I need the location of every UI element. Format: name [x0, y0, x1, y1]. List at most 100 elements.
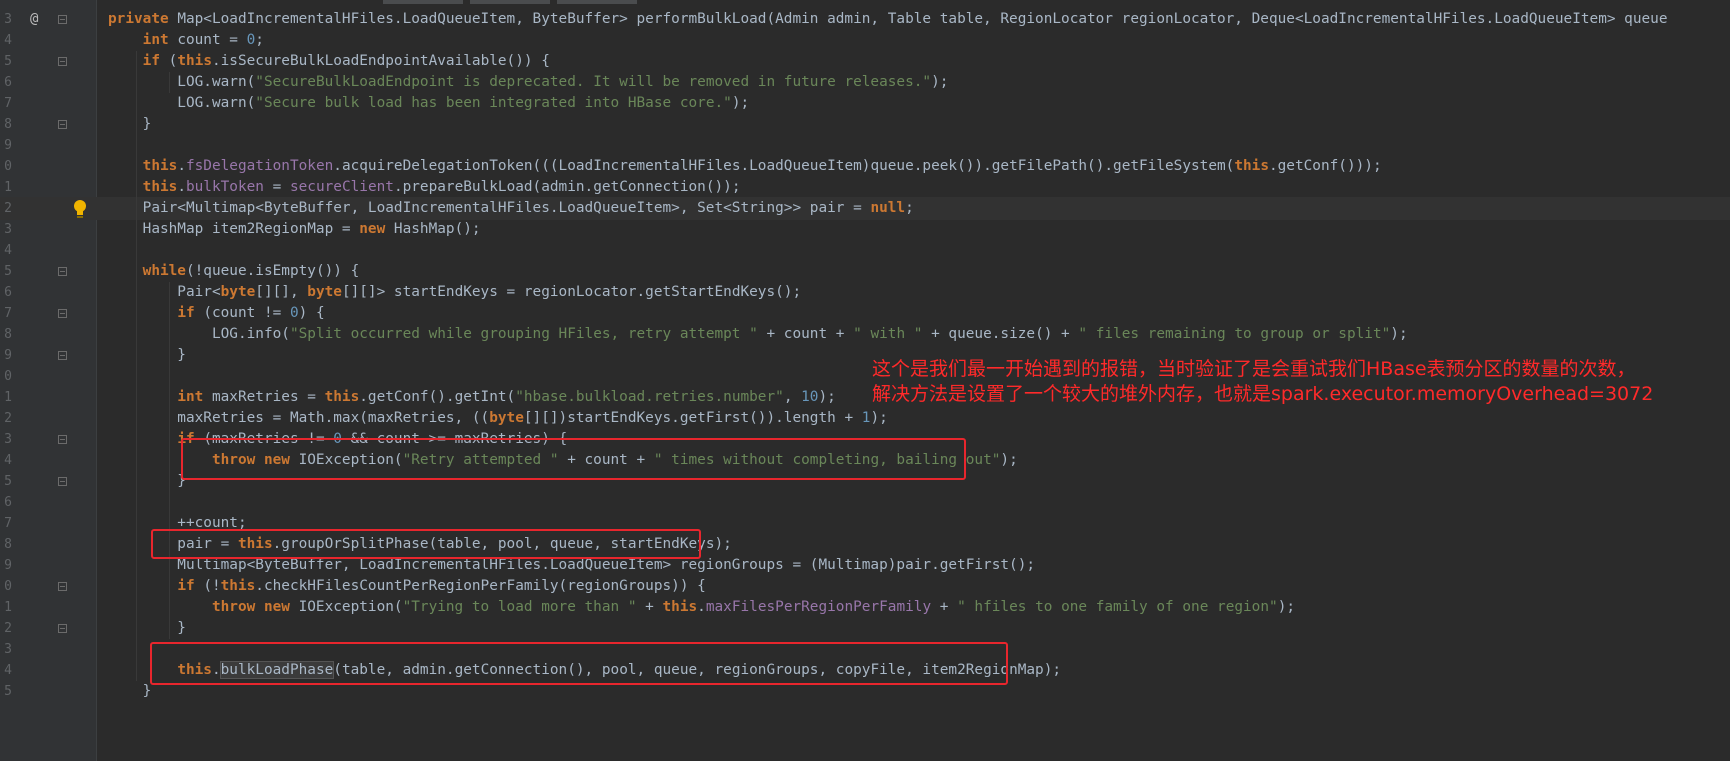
editor-tab-stub[interactable] [557, 0, 637, 4]
code-text[interactable]: this.fsDelegationToken.acquireDelegation… [108, 155, 1382, 178]
code-text[interactable]: } [108, 470, 186, 493]
code-line[interactable]: 2 maxRetries = Math.max(maxRetries, ((by… [0, 407, 1730, 430]
code-text[interactable]: } [108, 344, 186, 367]
code-token: [][], [255, 284, 308, 300]
code-token: 0 [246, 32, 256, 48]
code-token: .getConf().getInt( [359, 389, 516, 405]
override-marker-icon[interactable]: @ [30, 10, 38, 28]
indent-guide [169, 282, 170, 639]
code-token: + [931, 599, 958, 615]
code-text[interactable]: } [108, 113, 152, 136]
editor-tab-stub[interactable] [383, 0, 463, 4]
code-line[interactable]: 6 Pair<byte[][], byte[][]> startEndKeys … [0, 281, 1730, 304]
code-token: byte [307, 284, 342, 300]
code-token: if [142, 53, 169, 69]
fold-toggle-icon[interactable] [58, 15, 67, 24]
code-text[interactable]: LOG.info("Split occurred while grouping … [108, 323, 1408, 346]
code-editor[interactable]: 3 @ private Map<LoadIncrementalHFiles.Load… [0, 0, 1730, 761]
code-line[interactable]: 5 while(!queue.isEmpty()) { [0, 260, 1730, 283]
code-text[interactable]: while(!queue.isEmpty()) { [108, 260, 360, 283]
code-text[interactable]: throw new IOException("Trying to load mo… [108, 596, 1295, 619]
code-line[interactable]: 6 LOG.warn("SecureBulkLoadEndpoint is de… [0, 71, 1730, 94]
code-line[interactable]: 6 [0, 491, 1730, 514]
line-number: 9 [4, 558, 12, 573]
code-text[interactable]: Pair<Multimap<ByteBuffer, LoadIncrementa… [108, 197, 914, 220]
code-text[interactable]: } [108, 680, 152, 703]
code-token: ; [905, 200, 914, 216]
fold-toggle-icon[interactable] [58, 582, 67, 591]
code-line[interactable]: 1 throw new IOException("Trying to load … [0, 596, 1730, 619]
editor-tab-stub[interactable] [470, 0, 550, 4]
code-line[interactable]: 8 LOG.info("Split occurred while groupin… [0, 323, 1730, 346]
code-token: Map<LoadIncrementalHFiles.LoadQueueItem,… [177, 11, 1668, 27]
fold-toggle-icon[interactable] [58, 435, 67, 444]
code-line[interactable]: 7 if (count != 0) { [0, 302, 1730, 325]
fold-toggle-icon[interactable] [58, 624, 67, 633]
code-text[interactable]: this.bulkToken = secureClient.prepareBul… [108, 176, 741, 199]
line-number: 4 [4, 243, 12, 258]
code-token: this [662, 599, 698, 615]
fold-toggle-icon[interactable] [58, 477, 67, 486]
fold-toggle-icon[interactable] [58, 309, 67, 318]
code-text[interactable]: Pair<byte[][], byte[][]> startEndKeys = … [108, 281, 801, 304]
annotation-line-1: 这个是我们最一开始遇到的报错，当时验证了是会重试我们HBase表预分区的数量的次… [872, 358, 1636, 380]
code-token: + queue.size() + [922, 326, 1079, 342]
line-number: 4 [4, 453, 12, 468]
line-number: 1 [4, 180, 12, 195]
line-number: 9 [4, 348, 12, 363]
code-line[interactable]: 2 } [0, 617, 1730, 640]
code-line[interactable]: 1 this.bulkToken = secureClient.prepareB… [0, 176, 1730, 199]
code-text[interactable]: LOG.warn("SecureBulkLoadEndpoint is depr… [108, 71, 948, 94]
code-text[interactable]: maxRetries = Math.max(maxRetries, ((byte… [108, 407, 887, 430]
code-text[interactable]: if (!this.checkHFilesCountPerRegionPerFa… [108, 575, 706, 598]
code-token: IOException( [298, 599, 403, 615]
code-line[interactable]: 4 int count = 0; [0, 29, 1730, 52]
line-number: 1 [4, 390, 12, 405]
code-line[interactable]: 0 this.fsDelegationToken.acquireDelegati… [0, 155, 1730, 178]
code-line[interactable]: 3 HashMap item2RegionMap = new HashMap()… [0, 218, 1730, 241]
fold-toggle-icon[interactable] [58, 57, 67, 66]
code-line[interactable]: 7 LOG.warn("Secure bulk load has been in… [0, 92, 1730, 115]
line-number: 3 [4, 12, 12, 27]
code-text[interactable]: int maxRetries = this.getConf().getInt("… [108, 386, 835, 409]
code-token: LOG.warn( [108, 74, 256, 90]
fold-toggle-icon[interactable] [58, 120, 67, 129]
fold-toggle-icon[interactable] [58, 351, 67, 360]
fold-toggle-icon[interactable] [58, 267, 67, 276]
code-token: . [177, 179, 186, 195]
code-text[interactable]: private Map<LoadIncrementalHFiles.LoadQu… [108, 8, 1668, 31]
line-number: 8 [4, 327, 12, 342]
code-token: this [1234, 158, 1269, 174]
code-text[interactable]: if (count != 0) { [108, 302, 324, 325]
code-token: ); [731, 95, 750, 111]
line-number: 0 [4, 159, 12, 174]
highlight-box-bulk-load-phase [150, 642, 1008, 685]
code-line[interactable]: 8 } [0, 113, 1730, 136]
line-number: 5 [4, 264, 12, 279]
code-line[interactable]: 0 if (!this.checkHFilesCountPerRegionPer… [0, 575, 1730, 598]
code-token: byte [489, 410, 524, 426]
code-line[interactable]: 9 [0, 134, 1730, 157]
code-text[interactable]: HashMap item2RegionMap = new HashMap(); [108, 218, 481, 241]
code-token: if [177, 578, 204, 594]
code-text[interactable]: } [108, 617, 186, 640]
code-token: count = [177, 32, 247, 48]
code-line[interactable]: 2 Pair<Multimap<ByteBuffer, LoadIncremen… [0, 197, 1730, 220]
code-token: maxRetries = Math.max(maxRetries, (( [108, 410, 490, 426]
code-token: (! [203, 578, 221, 594]
code-text[interactable]: LOG.warn("Secure bulk load has been inte… [108, 92, 749, 115]
line-number: 7 [4, 516, 12, 531]
code-text[interactable]: int count = 0; [108, 29, 264, 52]
code-token: .getConf())); [1268, 158, 1382, 174]
code-token: (count != [203, 305, 290, 321]
code-token: HashMap(); [393, 221, 481, 237]
line-number: 9 [4, 138, 12, 153]
code-line[interactable]: 3 @ private Map<LoadIncrementalHFiles.Load… [0, 8, 1730, 31]
lightbulb-icon[interactable] [72, 199, 88, 219]
code-token: . [177, 158, 186, 174]
code-text[interactable]: if (this.isSecureBulkLoadEndpointAvailab… [108, 50, 550, 73]
code-line[interactable]: 4 [0, 239, 1730, 262]
code-line[interactable]: 5 if (this.isSecureBulkLoadEndpointAvail… [0, 50, 1730, 73]
